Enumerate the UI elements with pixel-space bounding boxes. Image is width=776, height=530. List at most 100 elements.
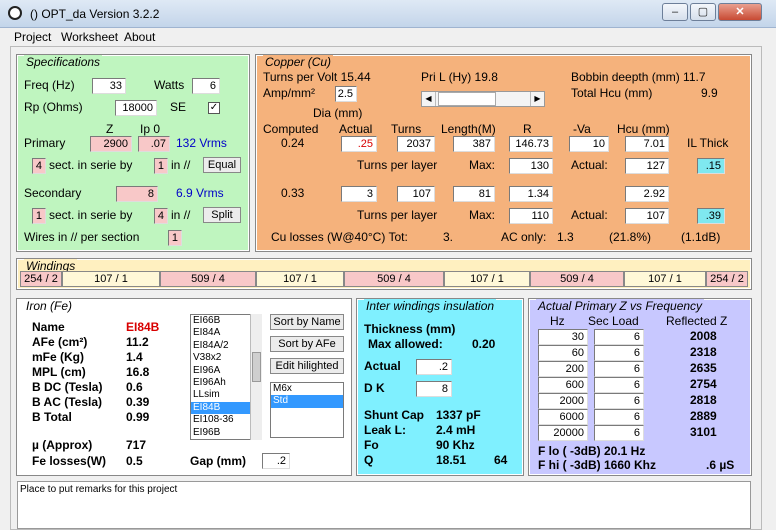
secondary-computed: 0.33 [281, 186, 305, 200]
secondary-actual-dia-input[interactable]: 3 [341, 186, 377, 202]
title-bar: () OPT_da Version 3.2.2 ‒ ▢ ✕ [0, 0, 776, 28]
ac-only-value: 1.3 [557, 230, 574, 244]
material-list-item[interactable]: M6x [271, 383, 343, 395]
primary-length: 387 [453, 136, 495, 152]
split-button[interactable]: Split [203, 207, 241, 223]
sec-load-input[interactable]: 6 [594, 409, 644, 425]
primary-max-tpl: 130 [509, 158, 553, 174]
hz-input[interactable]: 2000 [538, 393, 588, 409]
menu-about[interactable]: About [124, 30, 155, 44]
hz-input[interactable]: 60 [538, 345, 588, 361]
primary-il-thick-input[interactable]: .15 [697, 158, 725, 174]
menu-worksheet[interactable]: Worksheet [61, 30, 118, 44]
hz-input[interactable]: 30 [538, 329, 588, 345]
sort-by-name-button[interactable]: Sort by Name [270, 314, 344, 330]
reflected-z-value: 2635 [690, 361, 717, 375]
q-value: 18.51 [436, 453, 467, 467]
scrollbar-thumb[interactable] [252, 352, 261, 382]
ac-only-label: AC only: [501, 230, 547, 244]
sec-load-input[interactable]: 6 [594, 361, 644, 377]
maximize-button[interactable]: ▢ [690, 3, 716, 21]
computed-header: Computed [263, 122, 319, 136]
total-hcu-label: Total Hcu (mm) [571, 86, 653, 100]
winding-cell[interactable]: 107 / 1 [624, 271, 706, 287]
secondary-par-text: in // [171, 208, 191, 222]
primary-z-input[interactable]: 2900 [90, 136, 132, 152]
primary-sect-input[interactable]: 4 [32, 158, 46, 174]
hz-input[interactable]: 600 [538, 377, 588, 393]
primary-actual-dia-input[interactable]: .25 [341, 136, 377, 152]
winding-cell[interactable]: 107 / 1 [444, 271, 530, 287]
secondary-par-input[interactable]: 4 [154, 208, 168, 224]
menu-project[interactable]: Project [14, 30, 51, 44]
slider-thumb[interactable] [438, 92, 496, 106]
secondary-z-input[interactable]: 8 [116, 186, 158, 202]
secondary-sect-input[interactable]: 1 [32, 208, 46, 224]
leak-value: 2.4 mH [436, 423, 476, 437]
winding-cell[interactable]: 254 / 2 [706, 271, 748, 287]
equal-button[interactable]: Equal [203, 157, 241, 173]
minimize-button[interactable]: ‒ [662, 3, 688, 21]
sec-load-input[interactable]: 6 [594, 377, 644, 393]
primary-ip0-input[interactable]: .07 [138, 136, 170, 152]
sec-load-header: Sec Load [588, 314, 639, 328]
primary-par-input[interactable]: 1 [154, 158, 168, 174]
gap-input[interactable]: .2 [262, 453, 290, 469]
mfe-value: 1.4 [126, 350, 143, 364]
sec-load-input[interactable]: 6 [594, 393, 644, 409]
material-list[interactable]: M6x Std [270, 382, 344, 438]
turns-per-volt: Turns per Volt 15.44 [263, 70, 371, 84]
winding-cell[interactable]: 107 / 1 [256, 271, 344, 287]
max-allowed-label: Max allowed: [368, 337, 443, 351]
se-checkbox[interactable]: ✓ [208, 102, 220, 114]
app-icon [8, 6, 22, 20]
bdc-value: 0.6 [126, 380, 143, 394]
edit-highlighted-button[interactable]: Edit hilighted [270, 358, 344, 374]
secondary-il-thick-input[interactable]: .39 [697, 208, 725, 224]
hz-input[interactable]: 20000 [538, 425, 588, 441]
mpl-label: MPL (cm) [32, 365, 86, 379]
sec-load-input[interactable]: 6 [594, 425, 644, 441]
main-window-client: Specifications Freq (Hz) 33 Watts 6 Rp (… [10, 46, 762, 530]
winding-cell[interactable]: 509 / 4 [160, 271, 256, 287]
hz-header: Hz [550, 314, 565, 328]
cu-losses-label: Cu losses (W@40°C) Tot: [271, 230, 408, 244]
winding-cell[interactable]: 254 / 2 [20, 271, 62, 287]
hz-input[interactable]: 6000 [538, 409, 588, 425]
winding-cell[interactable]: 509 / 4 [530, 271, 624, 287]
wires-input[interactable]: 1 [168, 230, 182, 246]
z-frequency-panel: Actual Primary Z vs Frequency Hz Sec Loa… [529, 299, 751, 475]
insulation-panel: Inter windings insulation Thickness (mm)… [357, 299, 523, 475]
secondary-r: 1.34 [509, 186, 553, 202]
watts-input[interactable]: 6 [192, 78, 220, 94]
material-list-item-selected[interactable]: Std [271, 395, 343, 408]
sec-load-input[interactable]: 6 [594, 345, 644, 361]
ins-actual-input[interactable]: .2 [416, 359, 452, 375]
core-name-value: EI84B [126, 320, 160, 334]
se-label: SE [170, 100, 187, 114]
dk-label: D K [364, 381, 385, 395]
core-list-scrollbar[interactable] [250, 314, 262, 440]
primary-max-label: Max: [469, 158, 496, 172]
sort-by-afe-button[interactable]: Sort by AFe [270, 336, 344, 352]
winding-cell[interactable]: 107 / 1 [62, 271, 160, 287]
slider-left-arrow-icon[interactable]: ◀ [422, 92, 436, 106]
primary-sect-text: sect. in serie by [49, 158, 133, 172]
hz-input[interactable]: 200 [538, 361, 588, 377]
primary-label: Primary [24, 136, 66, 150]
secondary-max-tpl: 110 [509, 208, 553, 224]
pri-l-slider[interactable]: ◀ ▶ [421, 91, 545, 107]
amp-input[interactable]: 2.5 [335, 86, 357, 102]
rp-input[interactable]: 18000 [115, 100, 157, 116]
f-hi: F hi ( -3dB) 1660 Khz [538, 458, 657, 472]
slider-right-arrow-icon[interactable]: ▶ [530, 92, 544, 106]
remarks-textarea[interactable]: Place to put remarks for this project [17, 481, 751, 529]
sec-load-input[interactable]: 6 [594, 329, 644, 345]
actual-header: Actual [339, 122, 373, 136]
winding-cell[interactable]: 509 / 4 [344, 271, 444, 287]
freq-input[interactable]: 33 [92, 78, 126, 94]
dk-input[interactable]: 8 [416, 381, 452, 397]
primary-tpl-label: Turns per layer [357, 158, 438, 172]
iron-title: Iron (Fe) [24, 299, 75, 313]
close-button[interactable]: ✕ [718, 3, 762, 21]
